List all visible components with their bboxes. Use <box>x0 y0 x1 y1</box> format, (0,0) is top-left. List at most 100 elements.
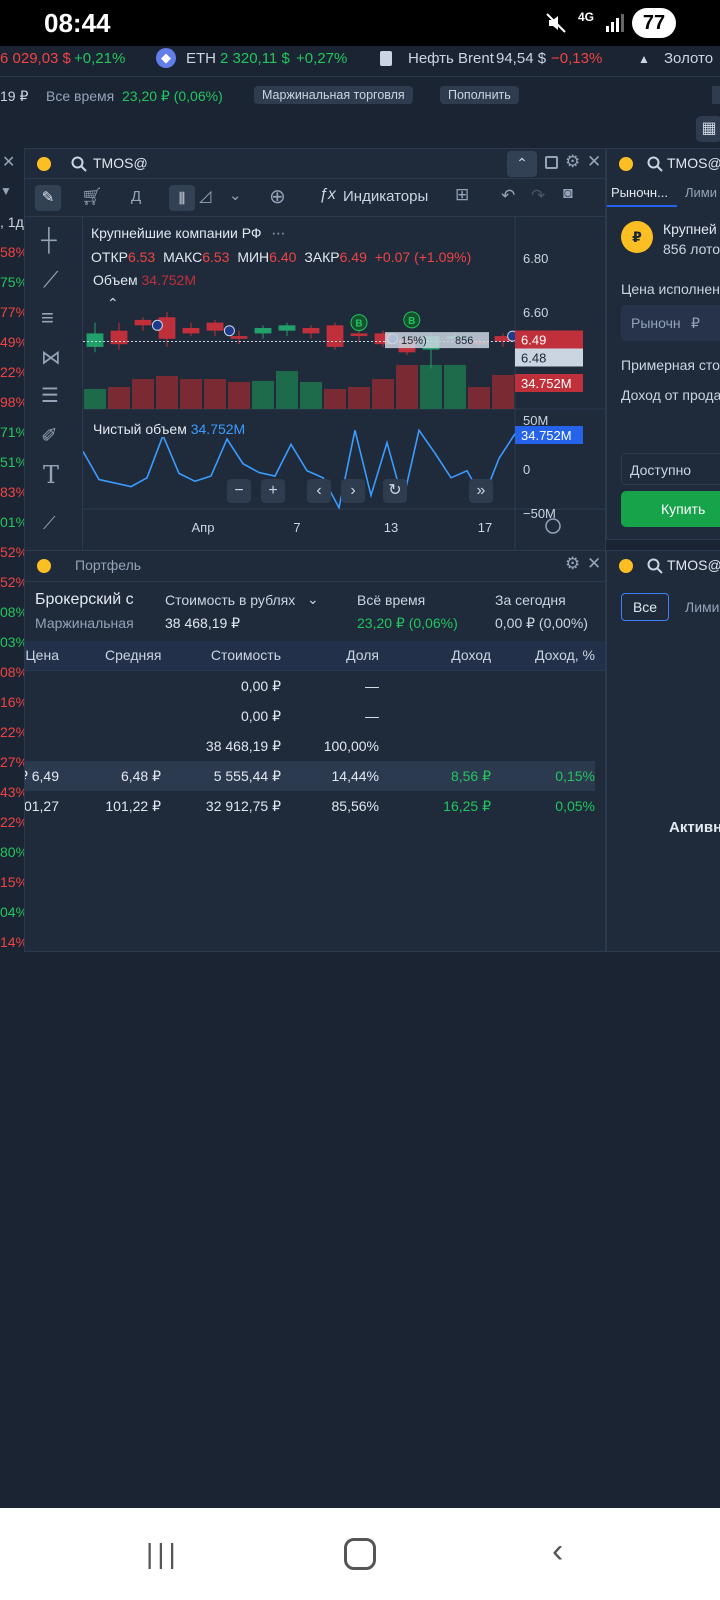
lines-icon[interactable]: ≡ <box>41 305 54 331</box>
table-row[interactable]: 101,27 ₽ 101,22 ₽ 32 912,75 ₽ 85,56% 16,25 ₽… <box>25 791 595 821</box>
column-header[interactable]: Стоимость <box>175 647 281 663</box>
column-header[interactable]: Средняя <box>105 647 161 663</box>
volume-bar <box>444 365 466 409</box>
reset-button[interactable]: ↻ <box>383 479 407 503</box>
ruler-icon[interactable]: ⟋ <box>43 513 56 534</box>
home-icon[interactable] <box>344 1538 376 1570</box>
more-icon[interactable]: ⋯ <box>271 225 285 241</box>
account-bar: 19 ₽ Все время 23,20 ₽ (0,06%) Маржиналь… <box>0 80 720 112</box>
portfolio-title: Портфель <box>75 557 142 573</box>
table-cell: 100,00% <box>323 738 379 754</box>
collapse-legend-icon[interactable]: ⌃ <box>107 295 119 312</box>
candles-icon[interactable]: ⫼ <box>169 185 195 211</box>
eth-icon: ◆ <box>156 48 176 68</box>
close-icon[interactable]: ✕ <box>587 554 601 574</box>
zoom-in-button[interactable]: + <box>261 479 285 503</box>
chevron-down-icon[interactable]: ⌄ <box>307 591 319 608</box>
column-header[interactable]: Доход, % <box>497 647 595 663</box>
period-button[interactable]: Д <box>131 188 141 205</box>
gear-icon[interactable]: ⚙ <box>565 152 580 172</box>
percent-item: 58% <box>0 244 24 260</box>
candle-body <box>182 328 200 334</box>
gear-icon[interactable]: ⚙ <box>565 554 580 574</box>
ticker-eth-name[interactable]: ETH <box>186 50 216 67</box>
search-icon[interactable] <box>647 156 663 172</box>
ticker-gold-name[interactable]: Золото <box>664 50 713 67</box>
topup-button[interactable]: Пополнить <box>440 86 519 104</box>
axis-settings-icon[interactable] <box>545 518 561 534</box>
table-row[interactable]: 0,00 ₽ — <box>25 701 595 731</box>
text-icon[interactable]: T <box>43 461 59 489</box>
order-symbol[interactable]: TMOS@ <box>667 155 720 171</box>
table-row[interactable]: 0,00 ₽ — <box>25 671 595 701</box>
table-row[interactable]: 6,49 ₽ 6,48 ₽ 5 555,44 ₽ 14,44% 8,56 ₽ 0,15% <box>25 761 595 791</box>
grid-icon[interactable]: ⊞ <box>455 185 469 205</box>
column-header[interactable]: Доля <box>295 647 379 663</box>
pencil-icon[interactable]: ✎ <box>35 185 61 211</box>
portfolio-table: Цена Средняя Стоимость Доля Доход Доход, % 0,0… <box>25 641 605 941</box>
close-icon[interactable]: ✕ <box>2 152 15 172</box>
table-cell: 38 468,19 ₽ <box>205 738 281 754</box>
account-name[interactable]: Брокерский с <box>35 591 145 609</box>
scroll-left-button[interactable]: ‹ <box>307 479 331 503</box>
ticker-value[interactable]: 6 029,03 $ <box>0 50 71 67</box>
search-icon[interactable] <box>647 558 663 574</box>
pattern-icon[interactable]: ⋈ <box>41 345 61 370</box>
percent-item: 71% <box>0 424 24 440</box>
recents-icon[interactable]: ||| <box>146 1538 180 1570</box>
cart-icon[interactable]: 🛒︎ <box>81 187 103 207</box>
brush-icon[interactable]: ✐ <box>41 423 58 448</box>
column-header[interactable]: Доход <box>393 647 491 663</box>
add-circle-icon[interactable]: ⊕ <box>269 184 286 209</box>
chart-symbol[interactable]: TMOS@ <box>93 155 148 171</box>
crosshair-icon[interactable]: ┼ <box>41 227 57 253</box>
tab-all[interactable]: Все <box>621 593 669 621</box>
value-label[interactable]: Стоимость в рублях <box>165 592 295 608</box>
volume-bar <box>468 387 490 409</box>
indicators-button[interactable]: Индикаторы <box>343 188 428 205</box>
volume-bar <box>324 389 346 409</box>
order-lots: 856 <box>455 335 473 347</box>
osc-tick-label: 0 <box>523 462 530 477</box>
trendline-icon[interactable]: ⟋ <box>43 267 58 293</box>
search-icon[interactable] <box>71 156 87 172</box>
overflow-button[interactable] <box>712 86 720 104</box>
margin-trading-button[interactable]: Маржинальная торговля <box>254 86 413 104</box>
scroll-right-button[interactable]: › <box>341 479 365 503</box>
buy-button[interactable]: Купить <box>621 491 720 527</box>
table-row[interactable]: 38 468,19 ₽ 100,00% <box>25 731 595 761</box>
low-value: 6.40 <box>269 249 297 265</box>
area-chart-icon[interactable]: ◿ <box>199 186 211 206</box>
column-header[interactable]: Цена <box>25 647 59 663</box>
volume-badge: 34.752M <box>521 376 572 391</box>
portfolio-panel: Портфель ⚙ ✕ Брокерский с Маржинальная С… <box>24 550 606 952</box>
fib-icon[interactable]: ☰ <box>41 383 59 408</box>
scroll-end-button[interactable]: » <box>469 479 493 503</box>
undo-icon[interactable]: ↶ <box>501 186 515 206</box>
layout-icon[interactable]: ▦ <box>696 116 720 142</box>
zoom-out-button[interactable]: − <box>227 479 251 503</box>
tab-market[interactable]: Рыночн... <box>611 185 668 200</box>
camera-icon[interactable]: ◙ <box>563 185 573 203</box>
instrument-logo-icon: ₽ <box>621 221 653 253</box>
tab-limit[interactable]: Лими <box>685 599 719 615</box>
orders-symbol[interactable]: TMOS@ <box>667 557 720 573</box>
tab-limit[interactable]: Лими <box>685 185 717 200</box>
volume-bar <box>420 365 442 409</box>
back-icon[interactable]: ‹ <box>552 1532 563 1571</box>
price-input[interactable]: Рыночн ₽ <box>621 305 720 341</box>
percent-item: 08% <box>0 604 24 620</box>
filter-icon[interactable]: ▼ <box>0 184 12 198</box>
redo-icon[interactable]: ↷ <box>531 186 545 206</box>
collapse-button[interactable]: ⌃ <box>507 151 537 177</box>
ticker-oil-name[interactable]: Нефть Brent <box>408 50 494 67</box>
volume-label: Объем <box>93 272 138 288</box>
available-label: Доступно <box>630 462 692 478</box>
close-icon[interactable]: ✕ <box>587 152 601 172</box>
ticker-strip: 6 029,03 $ +0,21% ◆ ETH 2 320,11 $ +0,27… <box>0 46 720 76</box>
available-field[interactable]: Доступно <box>621 453 720 485</box>
open-label: ОТКР <box>91 249 128 265</box>
timeframe-label: , 1д <box>0 214 24 230</box>
maximize-icon[interactable] <box>545 156 558 169</box>
chevron-down-icon[interactable]: ⌄ <box>229 186 242 204</box>
